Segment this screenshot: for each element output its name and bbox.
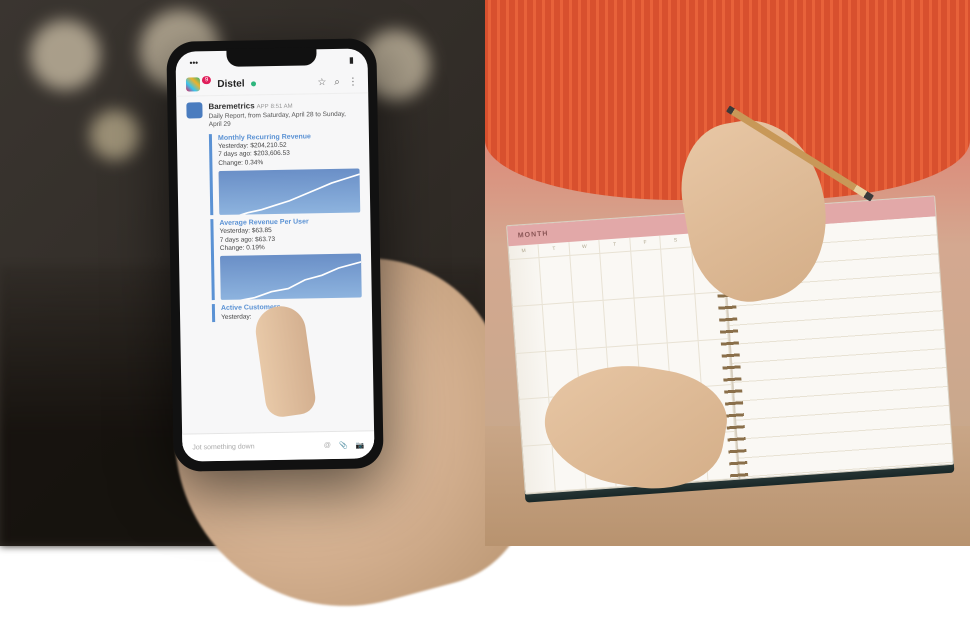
attach-icon: 📎 xyxy=(339,441,348,449)
slack-icon xyxy=(186,77,200,91)
calendar-cell xyxy=(631,250,665,299)
metric-yesterday-label: Yesterday: xyxy=(218,142,249,150)
bokeh-light xyxy=(30,20,100,90)
bokeh-light xyxy=(90,110,140,160)
app-avatar xyxy=(186,102,202,118)
post-body: Daily Report, from Saturday, April 28 to… xyxy=(209,110,359,129)
metric-change-value: 0.19% xyxy=(246,244,265,251)
photo-left-phone: ••• ▮ 9 Distel ☆ ⌕ ⋮ Baremetrics xyxy=(0,0,485,546)
metric-change-value: 0.34% xyxy=(245,159,264,166)
metric-change-label: Change: xyxy=(220,245,245,252)
metric-block-arpu: Average Revenue Per User Yesterday: $63.… xyxy=(210,217,361,301)
notification-badge: 9 xyxy=(202,76,211,84)
metric-week-value: $203,606.53 xyxy=(254,150,290,158)
status-signal-icon: ••• xyxy=(190,58,199,67)
month-label: MONTH xyxy=(518,230,549,239)
calendar-cell xyxy=(540,256,574,305)
search-icon: ⌕ xyxy=(334,76,340,87)
calendar-cell xyxy=(513,305,547,354)
presence-dot-icon xyxy=(251,81,256,86)
message-post: Baremetrics APP 8:51 AM Daily Report, fr… xyxy=(176,93,372,332)
calendar-cell xyxy=(574,300,608,349)
calendar-cell xyxy=(604,298,638,347)
more-icon: ⋮ xyxy=(348,76,358,87)
calendar-cell xyxy=(510,258,544,307)
metric-block-mrr: Monthly Recurring Revenue Yesterday: $20… xyxy=(209,131,360,215)
star-icon: ☆ xyxy=(317,77,326,88)
post-app-tag: APP xyxy=(257,104,269,110)
app-header: 9 Distel ☆ ⌕ ⋮ xyxy=(176,70,368,96)
metric-change-label: Change: xyxy=(218,159,243,166)
phone-notch xyxy=(226,47,316,67)
metric-week-value: $63.73 xyxy=(255,236,275,243)
compose-placeholder: Jot something down xyxy=(192,443,254,451)
workspace-name: Distel xyxy=(217,78,244,89)
calendar-cell xyxy=(543,303,577,352)
mention-icon: @ xyxy=(324,442,331,449)
metric-week-label: 7 days ago: xyxy=(220,236,254,244)
calendar-cell xyxy=(634,296,668,345)
post-time: 8:51 AM xyxy=(271,104,293,110)
camera-icon: 📷 xyxy=(356,441,365,449)
calendar-cell xyxy=(665,294,699,343)
arpu-chart xyxy=(220,254,362,300)
calendar-cell xyxy=(661,247,695,296)
calendar-cell xyxy=(523,445,557,494)
post-author: Baremetrics xyxy=(208,101,254,111)
mrr-chart xyxy=(219,169,361,215)
metric-yesterday-label: Yesterday: xyxy=(221,313,252,321)
metric-week-label: 7 days ago: xyxy=(218,151,252,159)
metric-yesterday-label: Yesterday: xyxy=(220,228,251,236)
calendar-cell xyxy=(601,252,635,301)
status-battery-icon: ▮ xyxy=(349,55,354,64)
calendar-cell xyxy=(570,254,604,303)
metric-yesterday-value: $63.85 xyxy=(252,227,272,234)
photo-right-planner: MONTH M T W T F S S xyxy=(485,0,970,546)
compose-bar: Jot something down @ 📎 📷 xyxy=(182,430,374,461)
metric-yesterday-value: $204,210.52 xyxy=(250,142,286,150)
calendar-cell xyxy=(516,351,550,400)
